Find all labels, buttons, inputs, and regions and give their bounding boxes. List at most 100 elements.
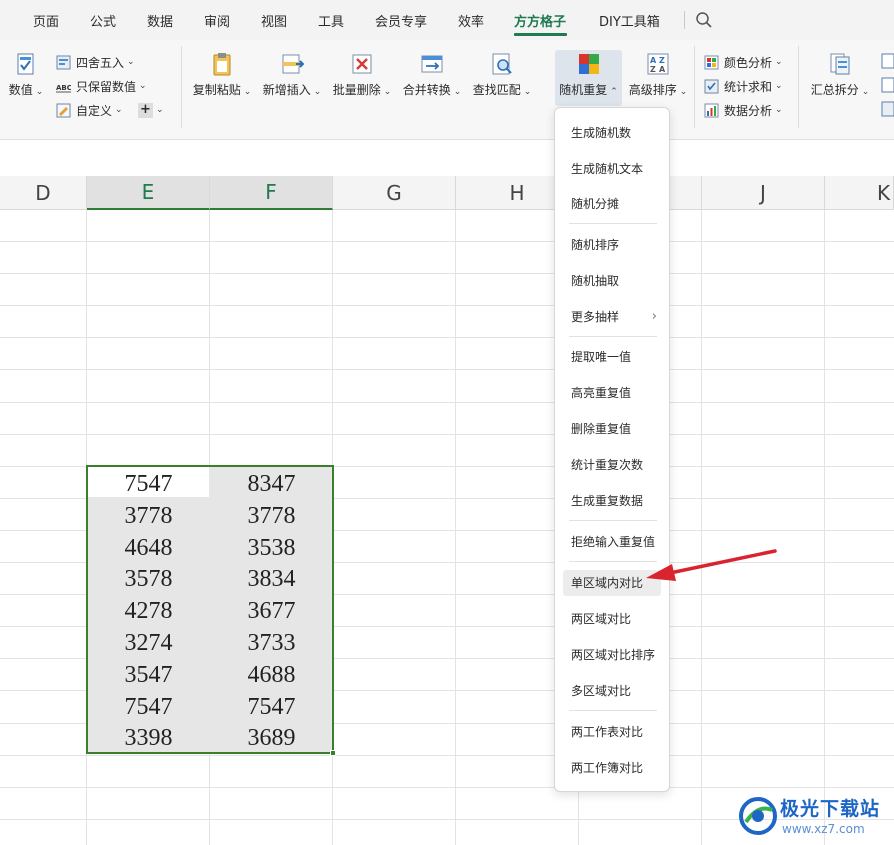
merge-convert-button[interactable]: 合并转换 ⌄	[400, 50, 464, 106]
menu-item-extract-unique[interactable]: 提取唯一值	[563, 344, 661, 370]
ribbon-tab-bar: 页面 公式 数据 审阅 视图 工具 会员专享 效率 方方格子 DIY工具箱	[0, 0, 894, 40]
tab-formula[interactable]: 公式	[90, 11, 116, 30]
summary-split-icon	[830, 53, 850, 75]
menu-item-count-duplicates[interactable]: 统计重复次数	[563, 452, 661, 478]
active-tab-indicator	[514, 33, 567, 36]
tab-efficiency[interactable]: 效率	[458, 11, 484, 30]
menu-item-two-sheet-compare[interactable]: 两工作表对比	[563, 719, 661, 745]
column-header-k[interactable]: K	[825, 176, 894, 210]
custom-button[interactable]: 自定义 ⌄	[56, 100, 123, 120]
table-cell[interactable]: 8347	[210, 467, 333, 499]
numeric-label: 数值	[8, 83, 33, 97]
tab-member[interactable]: 会员专享	[375, 11, 427, 30]
tab-page[interactable]: 页面	[33, 11, 59, 30]
summary-split-button[interactable]: 汇总拆分 ⌄	[808, 50, 872, 106]
table-cell[interactable]: 3834	[210, 562, 333, 594]
tab-view[interactable]: 视图	[261, 11, 287, 30]
advanced-sort-button[interactable]: A Z Z A 高级排序 ⌄	[626, 50, 690, 106]
plus-button[interactable]: + ⌄	[138, 100, 164, 120]
menu-item-two-range-compare[interactable]: 两区域对比	[563, 606, 661, 632]
table-cell[interactable]: 4648	[87, 531, 210, 563]
table-cell[interactable]: 3677	[210, 594, 333, 626]
keep-values-label: 只保留数值	[76, 79, 137, 94]
menu-item-random-sort[interactable]: 随机排序	[563, 232, 661, 258]
menu-item-random-extract[interactable]: 随机抽取	[563, 268, 661, 294]
data-analysis-label: 数据分析	[724, 103, 773, 118]
menu-item-two-workbook-compare[interactable]: 两工作簿对比	[563, 755, 661, 781]
menu-item-generate-duplicate-data[interactable]: 生成重复数据	[563, 488, 661, 514]
find-match-button[interactable]: 查找匹配 ⌄	[470, 50, 534, 106]
menu-separator	[569, 520, 657, 521]
menu-separator	[569, 710, 657, 711]
tab-fangfang[interactable]: 方方格子	[514, 11, 566, 30]
menu-item-random-allocate[interactable]: 随机分摊	[563, 191, 661, 217]
batch-delete-label: 批量删除	[332, 83, 381, 97]
custom-label: 自定义	[76, 103, 113, 118]
color-analysis-button[interactable]: 颜色分析 ⌄	[704, 52, 783, 72]
menu-item-generate-random-text[interactable]: 生成随机文本	[563, 156, 661, 182]
menu-item-generate-random-number[interactable]: 生成随机数	[563, 120, 661, 146]
svg-text:ABC: ABC	[56, 84, 71, 92]
numeric-button[interactable]: 数值 ⌄	[4, 50, 48, 106]
grid-line-horizontal	[0, 787, 894, 788]
round-button[interactable]: 四舍五入 ⌄	[56, 52, 135, 72]
table-cell[interactable]: 3733	[210, 626, 333, 658]
table-cell[interactable]: 7547	[87, 467, 210, 499]
random-repeat-label: 随机重复	[559, 83, 608, 97]
tab-data[interactable]: 数据	[147, 11, 173, 30]
table-cell[interactable]: 4688	[210, 658, 333, 690]
merge-convert-label: 合并转换	[402, 83, 451, 97]
round-label: 四舍五入	[76, 55, 125, 70]
grid-line-horizontal	[0, 434, 894, 435]
random-repeat-button[interactable]: 随机重复 ⌃	[555, 50, 622, 106]
advanced-sort-label: 高级排序	[628, 83, 677, 97]
menu-item-highlight-duplicates[interactable]: 高亮重复值	[563, 380, 661, 406]
column-header-g[interactable]: G	[333, 176, 456, 210]
clipboard-icon	[213, 53, 231, 76]
insert-button[interactable]: 新增插入 ⌄	[260, 50, 324, 106]
fill-handle[interactable]	[330, 750, 336, 756]
table-cell[interactable]: 7547	[87, 690, 210, 722]
column-header-f[interactable]: F	[210, 176, 333, 210]
watermark-title: 极光下载站	[780, 798, 881, 820]
table-cell[interactable]: 3274	[87, 626, 210, 658]
table-cell[interactable]: 4278	[87, 594, 210, 626]
tab-diy-toolbox[interactable]: DIY工具箱	[599, 11, 660, 30]
table-cell[interactable]: 3578	[87, 562, 210, 594]
menu-item-two-range-compare-sort[interactable]: 两区域对比排序	[563, 642, 661, 668]
column-header-j[interactable]: J	[702, 176, 825, 210]
keep-values-button[interactable]: ABC 只保留数值 ⌄	[56, 76, 147, 96]
data-analysis-button[interactable]: 数据分析 ⌄	[704, 100, 783, 120]
annotation-arrow	[646, 549, 777, 581]
batch-delete-button[interactable]: 批量删除 ⌄	[330, 50, 394, 106]
table-cell[interactable]: 3778	[210, 499, 333, 531]
table-cell[interactable]: 3398	[87, 721, 210, 753]
table-cell[interactable]: 3689	[210, 721, 333, 753]
column-header-e[interactable]: E	[87, 176, 210, 210]
plus-icon: +	[138, 102, 153, 118]
menu-item-more-sampling[interactable]: 更多抽样 ›	[563, 304, 661, 330]
grid-line-horizontal	[0, 305, 894, 306]
random-repeat-icon	[578, 54, 599, 74]
menu-item-delete-duplicates[interactable]: 删除重复值	[563, 416, 661, 442]
tab-review[interactable]: 审阅	[204, 11, 230, 30]
ribbon-divider	[798, 46, 799, 128]
copy-paste-button[interactable]: 复制粘贴 ⌄	[190, 50, 254, 106]
table-cell[interactable]: 3538	[210, 531, 333, 563]
data-analysis-icon	[704, 103, 719, 117]
grid-line-horizontal	[0, 369, 894, 370]
tab-tools[interactable]: 工具	[318, 11, 344, 30]
search-icon[interactable]	[695, 11, 713, 29]
table-cell[interactable]: 3778	[87, 499, 210, 531]
column-header-d[interactable]: D	[0, 176, 87, 210]
menu-item-more-sampling-label: 更多抽样	[571, 310, 620, 324]
stat-sum-button[interactable]: 统计求和 ⌄	[704, 76, 783, 96]
overflow-icons	[881, 53, 894, 117]
table-cell[interactable]: 7547	[210, 690, 333, 722]
menu-item-multi-range-compare[interactable]: 多区域对比	[563, 678, 661, 704]
grid-line-horizontal	[0, 241, 894, 242]
random-repeat-menu: 生成随机数 生成随机文本 随机分摊 随机排序 随机抽取 更多抽样 › 提取唯一值…	[554, 107, 670, 792]
stat-sum-icon	[704, 79, 719, 93]
grid-line-horizontal	[0, 755, 894, 756]
table-cell[interactable]: 3547	[87, 658, 210, 690]
